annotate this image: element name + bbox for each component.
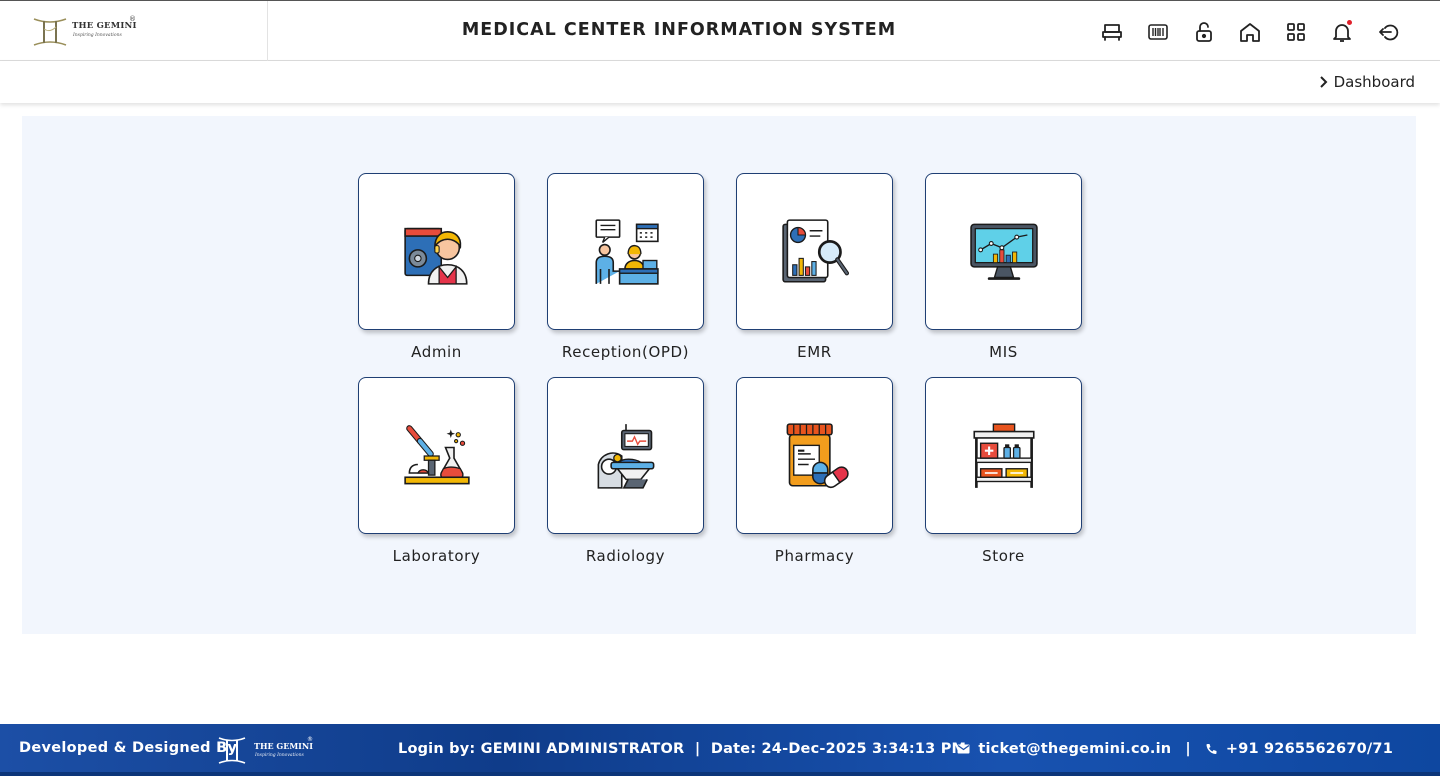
notifications-bell[interactable] — [1330, 20, 1354, 44]
module-label-store: Store — [982, 547, 1025, 565]
module-store: Store — [925, 377, 1082, 569]
contact-separator: | — [1185, 741, 1191, 757]
module-label-emr: EMR — [797, 343, 832, 361]
laboratory-icon — [403, 424, 470, 484]
brand-logo[interactable]: THE GEMINI ® Inspiring Innovations — [0, 1, 268, 61]
breadcrumb-current: Dashboard — [1333, 73, 1415, 91]
footer-logo-text: THE GEMINI — [254, 741, 313, 751]
module-label-mis: MIS — [989, 343, 1018, 361]
barcode-icon[interactable] — [1146, 20, 1170, 44]
breadcrumb[interactable]: Dashboard — [1318, 73, 1415, 91]
home-icon[interactable] — [1238, 20, 1262, 44]
footer: Developed & Designed By THE GEMINI ® Ins… — [0, 724, 1440, 776]
module-radiology: Radiology — [547, 377, 704, 569]
module-tile-radiology[interactable] — [547, 377, 704, 534]
module-tile-store[interactable] — [925, 377, 1082, 534]
mail-icon — [957, 744, 970, 754]
module-label-pharmacy: Pharmacy — [774, 547, 855, 565]
support-email[interactable]: ticket@thegemini.co.in — [978, 741, 1171, 757]
footer-logo-registered-mark: ® — [307, 736, 313, 743]
login-info: Login by: GEMINI ADMINISTRATOR | Date: 2… — [398, 741, 967, 757]
logo-registered-mark: ® — [129, 15, 136, 23]
module-laboratory: Laboratory — [358, 377, 515, 569]
module-tile-mis[interactable] — [925, 173, 1082, 330]
logo-tagline: Inspiring Innovations — [73, 33, 122, 38]
module-label-laboratory: Laboratory — [392, 547, 481, 565]
module-reception: Reception(OPD) — [547, 173, 704, 365]
gemini-footer-logo-icon — [218, 737, 246, 764]
module-tile-laboratory[interactable] — [358, 377, 515, 534]
module-grid: Admin Reception(OPD) EMR MIS Laboratory … — [358, 173, 1082, 569]
notification-dot — [1347, 20, 1352, 25]
module-label-admin: Admin — [411, 343, 462, 361]
module-label-reception: Reception(OPD) — [561, 343, 690, 361]
footer-logo-tagline: Inspiring Innovations — [255, 753, 304, 758]
logo-text: THE GEMINI — [72, 21, 137, 31]
store-icon — [972, 422, 1035, 488]
module-tile-emr[interactable] — [736, 173, 893, 330]
radiology-icon — [597, 423, 654, 489]
module-label-radiology: Radiology — [585, 547, 666, 565]
contact-info: ticket@thegemini.co.in | +91 9265562670/… — [957, 741, 1393, 757]
gemini-logo-icon — [33, 18, 67, 46]
logout-icon[interactable] — [1376, 20, 1400, 44]
top-header: THE GEMINI ® Inspiring Innovations MEDIC… — [0, 0, 1440, 61]
phone-icon — [1206, 744, 1217, 754]
module-tile-reception[interactable] — [547, 173, 704, 330]
module-admin: Admin — [358, 173, 515, 365]
dashboard-panel: Admin Reception(OPD) EMR MIS Laboratory … — [22, 116, 1416, 634]
header-toolbar — [1100, 20, 1400, 44]
chevron-right-icon — [1319, 76, 1328, 88]
emr-icon — [781, 218, 849, 283]
reception-icon — [594, 218, 659, 285]
apps-grid-icon[interactable] — [1284, 20, 1308, 44]
mis-icon — [969, 223, 1038, 280]
support-phone[interactable]: +91 9265562670/71 — [1226, 741, 1393, 757]
unlock-icon[interactable] — [1192, 20, 1216, 44]
admin-icon — [403, 227, 468, 285]
breadcrumb-bar: Dashboard — [0, 61, 1440, 103]
bottom-strip — [0, 772, 1440, 776]
app-title: MEDICAL CENTER INFORMATION SYSTEM — [461, 20, 897, 40]
module-pharmacy: Pharmacy — [736, 377, 893, 569]
module-mis: MIS — [925, 173, 1082, 365]
module-emr: EMR — [736, 173, 893, 365]
pharmacy-icon — [786, 422, 849, 488]
developed-by-text: Developed & Designed By — [19, 740, 238, 756]
module-tile-admin[interactable] — [358, 173, 515, 330]
module-tile-pharmacy[interactable] — [736, 377, 893, 534]
bed-icon[interactable] — [1100, 20, 1124, 44]
